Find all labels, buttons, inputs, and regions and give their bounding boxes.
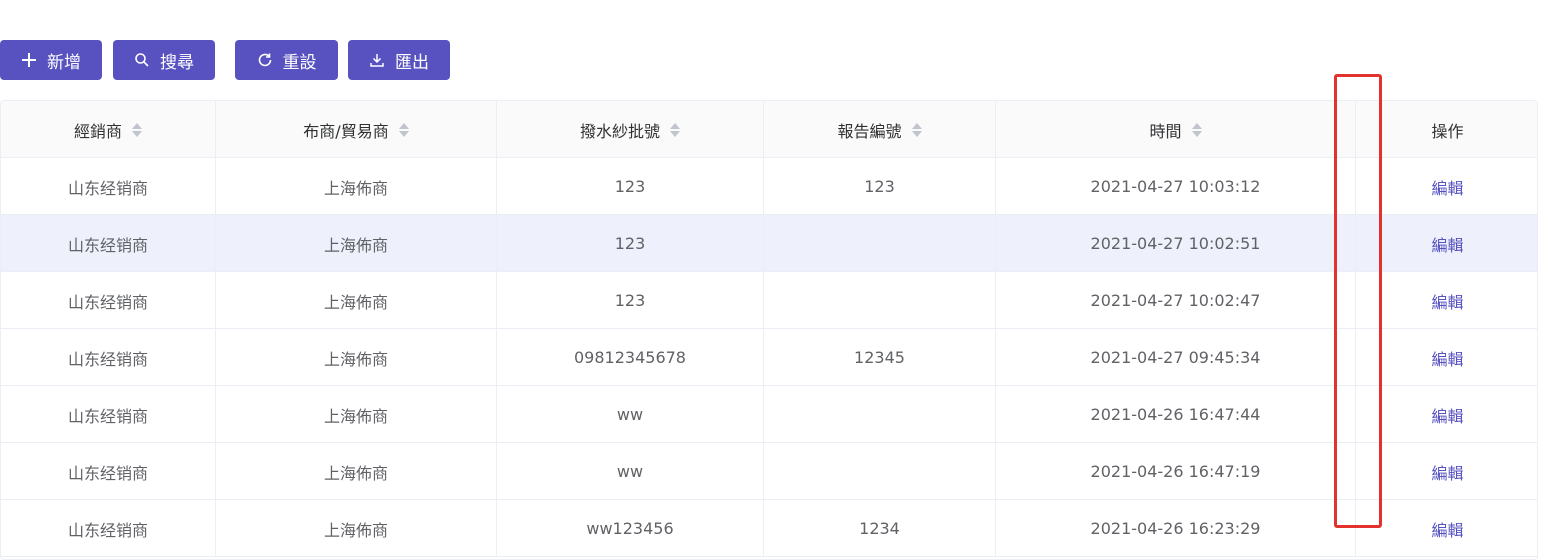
- cell-trader: 上海佈商: [216, 215, 497, 272]
- cell-time: 2021-04-27 10:02:47: [996, 272, 1356, 329]
- sort-caret-icon[interactable]: [132, 122, 142, 138]
- cell-report: [764, 272, 996, 329]
- table-row[interactable]: 山东经销商 上海佈商 ww 2021-04-26 16:47:19 編輯: [1, 443, 1537, 500]
- cell-actions: 編輯: [1356, 158, 1537, 215]
- cell-trader: 上海佈商: [216, 386, 497, 443]
- add-button[interactable]: 新增: [0, 40, 102, 80]
- cell-actions: 編輯: [1356, 443, 1537, 500]
- plus-icon: [21, 52, 37, 68]
- cell-report: 123: [764, 158, 996, 215]
- refresh-icon: [257, 52, 273, 68]
- table-header-row: 經銷商 布商/貿易商 撥水紗批號 報告編號 時間 操作: [1, 101, 1537, 158]
- header-time[interactable]: 時間: [996, 101, 1356, 158]
- edit-link[interactable]: 編輯: [1431, 346, 1463, 370]
- edit-link[interactable]: 編輯: [1431, 460, 1463, 484]
- header-label: 經銷商: [73, 121, 122, 141]
- cell-dealer: 山东经销商: [1, 215, 216, 272]
- header-label: 操作: [1431, 121, 1464, 141]
- table-row[interactable]: 山东经销商 上海佈商 ww 2021-04-26 16:47:44 編輯: [1, 386, 1537, 443]
- cell-report: 1234: [764, 500, 996, 557]
- cell-batch: ww: [497, 386, 764, 443]
- search-icon: [134, 52, 150, 68]
- header-dealer[interactable]: 經銷商: [1, 101, 216, 158]
- cell-dealer: 山东经销商: [1, 386, 216, 443]
- sort-caret-icon[interactable]: [1191, 122, 1202, 138]
- edit-link[interactable]: 編輯: [1431, 403, 1463, 427]
- table-row[interactable]: 山东经销商 上海佈商 123 123 2021-04-27 10:03:12 編…: [1, 158, 1537, 215]
- cell-time: 2021-04-27 10:03:12: [996, 158, 1356, 215]
- cell-time: 2021-04-27 10:02:51: [996, 215, 1356, 272]
- header-actions: 操作: [1356, 101, 1537, 158]
- cell-time: 2021-04-26 16:47:19: [996, 443, 1356, 500]
- edit-link[interactable]: 編輯: [1431, 289, 1463, 313]
- export-button-label: 匯出: [395, 52, 429, 73]
- export-button[interactable]: 匯出: [348, 40, 450, 80]
- sort-caret-icon[interactable]: [670, 122, 680, 138]
- reset-button[interactable]: 重設: [235, 40, 338, 80]
- search-button[interactable]: 搜尋: [113, 40, 215, 80]
- cell-trader: 上海佈商: [216, 158, 497, 215]
- edit-link[interactable]: 編輯: [1431, 175, 1463, 199]
- table-row[interactable]: 山东经销商 上海佈商 123 2021-04-27 10:02:51 編輯: [1, 215, 1537, 272]
- search-button-label: 搜尋: [160, 52, 194, 73]
- cell-dealer: 山东经销商: [1, 329, 216, 386]
- cell-time: 2021-04-26 16:23:29: [996, 500, 1356, 557]
- cell-batch: 123: [497, 158, 764, 215]
- cell-batch: 09812345678: [497, 329, 764, 386]
- sort-caret-icon[interactable]: [398, 122, 409, 138]
- table-row[interactable]: 山东经销商 上海佈商 123 2021-04-27 10:02:47 編輯: [1, 272, 1537, 329]
- header-label: 布商/貿易商: [303, 121, 389, 141]
- table-row[interactable]: 山东经销商 上海佈商 09812345678 12345 2021-04-27 …: [1, 329, 1537, 386]
- sort-caret-icon[interactable]: [911, 122, 922, 138]
- reset-button-label: 重設: [282, 52, 317, 73]
- cell-report: 12345: [764, 329, 996, 386]
- cell-actions: 編輯: [1356, 272, 1537, 329]
- cell-dealer: 山东经销商: [1, 158, 216, 215]
- cell-trader: 上海佈商: [216, 443, 497, 500]
- header-batch[interactable]: 撥水紗批號: [497, 101, 764, 158]
- cell-time: 2021-04-26 16:47:44: [996, 386, 1356, 443]
- cell-dealer: 山东经销商: [1, 443, 216, 500]
- cell-actions: 編輯: [1356, 329, 1537, 386]
- cell-time: 2021-04-27 09:45:34: [996, 329, 1356, 386]
- cell-report: [764, 386, 996, 443]
- header-label: 時間: [1149, 121, 1182, 141]
- cell-dealer: 山东经销商: [1, 272, 216, 329]
- cell-trader: 上海佈商: [216, 329, 497, 386]
- add-button-label: 新增: [47, 52, 81, 73]
- cell-dealer: 山东经销商: [1, 500, 216, 557]
- cell-trader: 上海佈商: [216, 272, 497, 329]
- header-trader[interactable]: 布商/貿易商: [216, 101, 497, 158]
- cell-batch: ww123456: [497, 500, 764, 557]
- header-label: 撥水紗批號: [579, 121, 660, 141]
- cell-batch: 123: [497, 272, 764, 329]
- edit-link[interactable]: 編輯: [1431, 517, 1463, 541]
- cell-actions: 編輯: [1356, 500, 1537, 557]
- header-report[interactable]: 報告編號: [764, 101, 996, 158]
- cell-actions: 編輯: [1356, 215, 1537, 272]
- data-table: 經銷商 布商/貿易商 撥水紗批號 報告編號 時間 操作 山东经销商 上海佈商 1…: [0, 100, 1538, 560]
- edit-link[interactable]: 編輯: [1431, 232, 1463, 256]
- cell-trader: 上海佈商: [216, 500, 497, 557]
- cell-batch: 123: [497, 215, 764, 272]
- cell-batch: ww: [497, 443, 764, 500]
- download-icon: [369, 52, 385, 68]
- table-row[interactable]: 山东经销商 上海佈商 ww123456 1234 2021-04-26 16:2…: [1, 500, 1537, 557]
- cell-report: [764, 443, 996, 500]
- header-label: 報告編號: [837, 121, 902, 141]
- cell-report: [764, 215, 996, 272]
- cell-actions: 編輯: [1356, 386, 1537, 443]
